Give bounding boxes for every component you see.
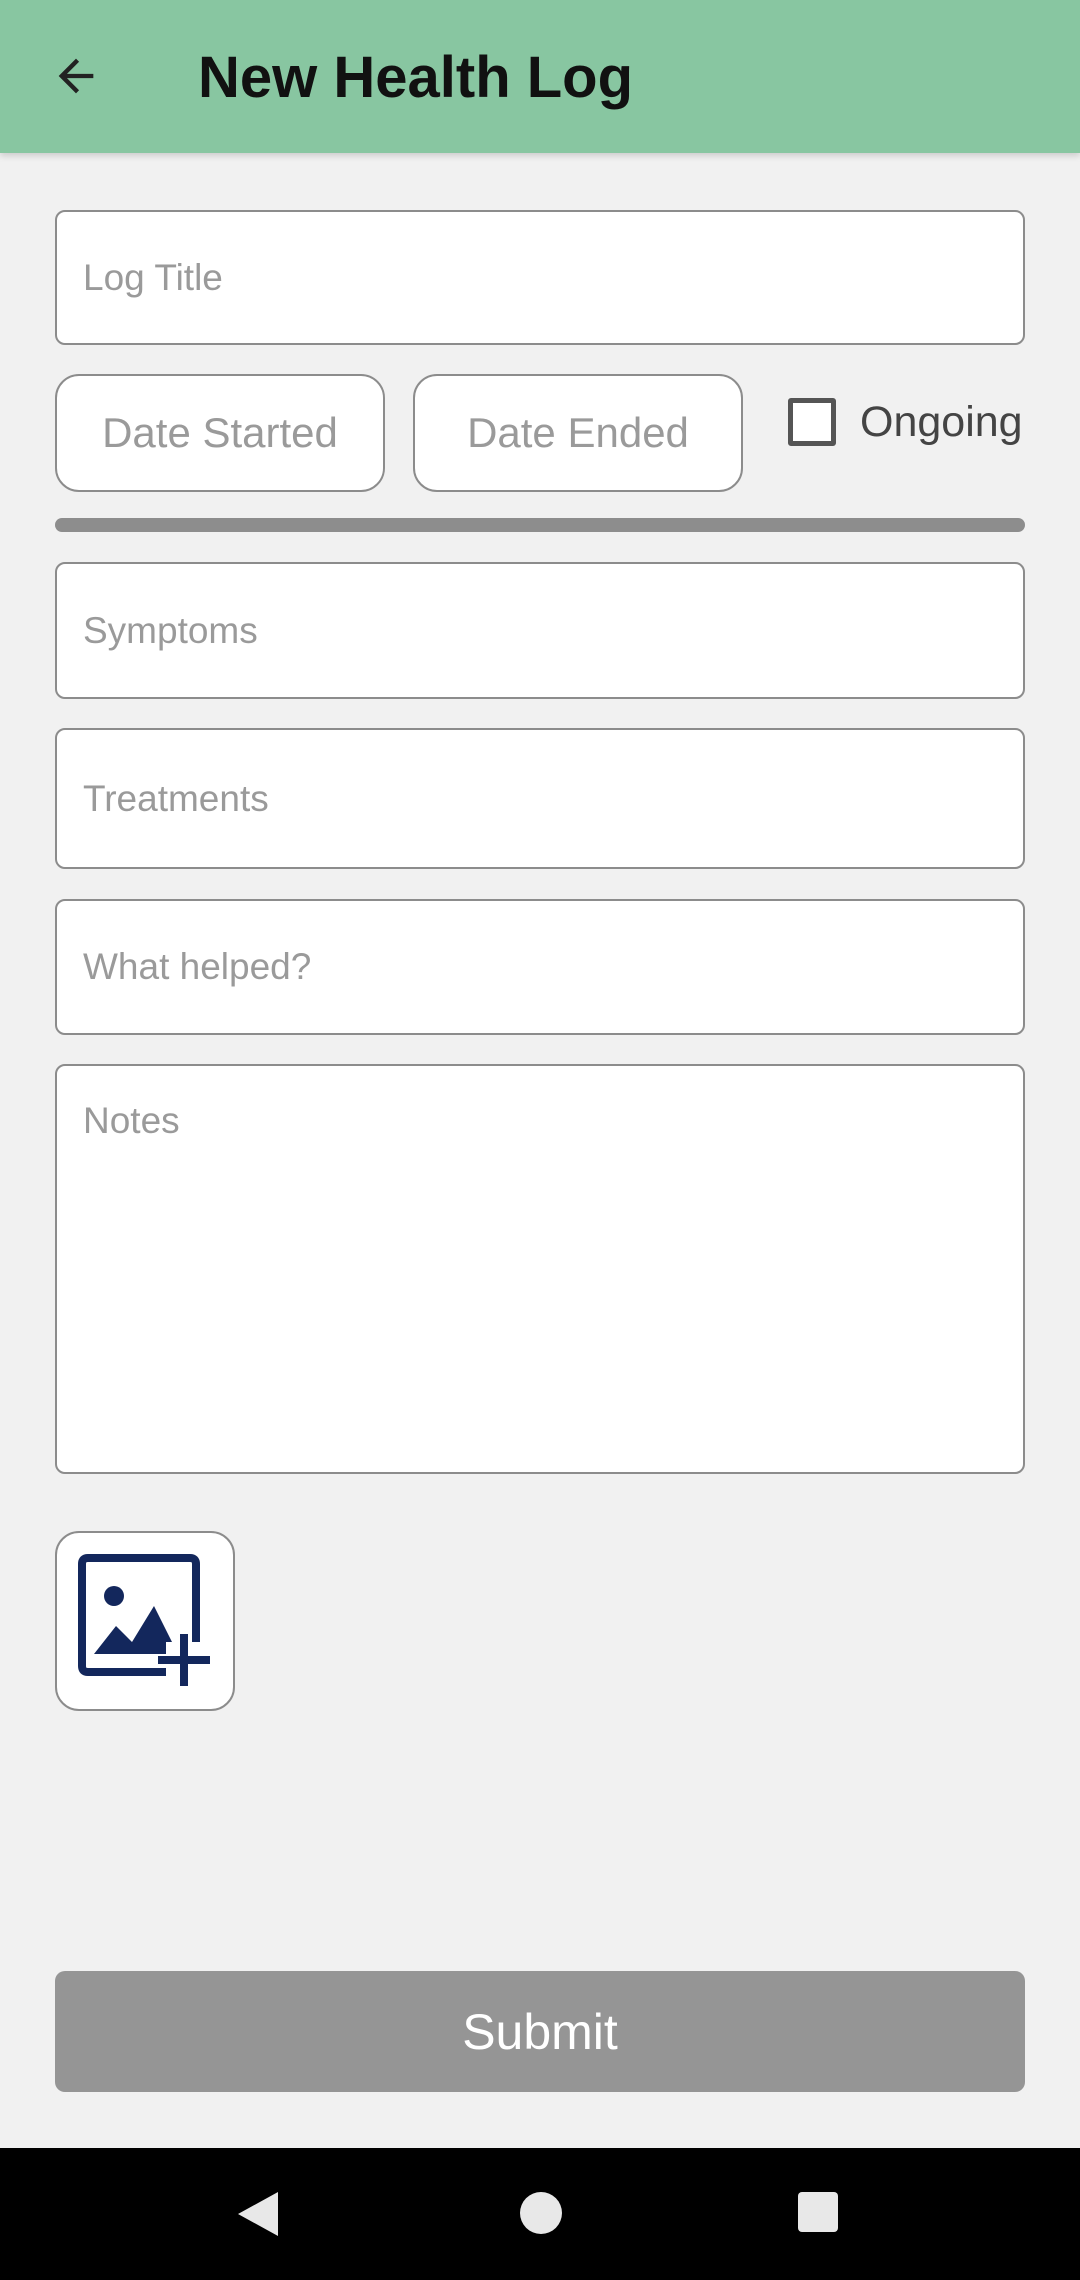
nav-recents-icon[interactable] (798, 2192, 838, 2232)
notes-textarea[interactable]: Notes (55, 1064, 1025, 1474)
page-title: New Health Log (198, 45, 634, 110)
arrow-left-icon (58, 58, 94, 94)
app-screen: New Health Log Log Title Date Started Da… (0, 0, 1080, 2280)
ongoing-label: Ongoing (860, 397, 1023, 446)
system-nav-bar (0, 2148, 1080, 2280)
submit-button[interactable]: Submit (55, 1971, 1025, 2092)
nav-home-icon[interactable] (520, 2192, 562, 2234)
what-helped-input[interactable]: What helped? (55, 899, 1025, 1035)
divider (55, 518, 1025, 532)
symptoms-input[interactable]: Symptoms (55, 562, 1025, 699)
add-photo-icon (78, 1554, 216, 1686)
date-started-button[interactable]: Date Started (55, 374, 385, 492)
add-image-button[interactable] (55, 1531, 235, 1711)
back-button[interactable] (40, 40, 112, 112)
ongoing-checkbox[interactable] (788, 398, 836, 446)
treatments-input[interactable]: Treatments (55, 728, 1025, 869)
date-ended-button[interactable]: Date Ended (413, 374, 743, 492)
app-bar: New Health Log (0, 0, 1080, 153)
log-title-input[interactable]: Log Title (55, 210, 1025, 345)
nav-back-icon[interactable] (238, 2192, 278, 2236)
ongoing-checkbox-row[interactable]: Ongoing (788, 392, 1023, 452)
